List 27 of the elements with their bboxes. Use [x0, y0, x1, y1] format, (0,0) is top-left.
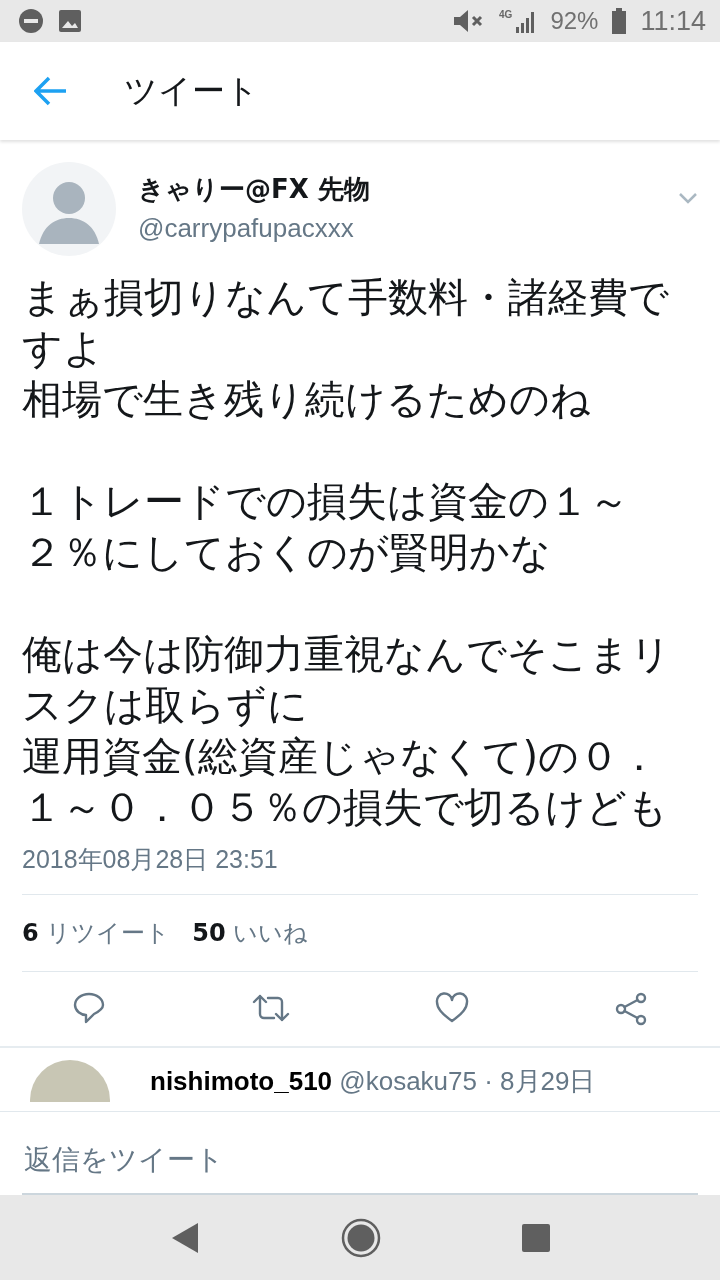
battery-icon	[612, 8, 627, 34]
back-icon[interactable]	[170, 1220, 201, 1255]
stat-count[interactable]: 50 いいね	[192, 917, 309, 949]
network-type: 4G	[499, 8, 513, 20]
image-icon	[58, 9, 82, 33]
retweet-icon[interactable]	[250, 992, 291, 1024]
stat-count[interactable]: 6 リツイート	[22, 917, 171, 949]
comment-icon[interactable]	[72, 992, 106, 1024]
signal-icon	[514, 9, 537, 33]
back-arrow-icon[interactable]	[34, 76, 68, 106]
user-handle[interactable]: @carrypafupacxxx	[138, 213, 656, 244]
reply-author[interactable]: nishimoto_510 @kosaku75 · 8月29日	[150, 1066, 596, 1096]
page-title: ツイート	[124, 69, 259, 112]
clock: 11:14	[640, 5, 706, 37]
tweet-text: 相場で生き残り続けるためのね	[22, 375, 592, 424]
tweet-text: １トレードでの損失は資金の１～２％にしておくのが賢明かな	[22, 477, 630, 577]
tweet-text: まぁ損切りなんて手数料・諸経費ですよ	[22, 273, 670, 373]
tweet-text: 俺は今は防御力重視なんでそこまリスクは取らずに	[22, 630, 672, 730]
tweet-text: 運用資金(総資産じゃなくて)の０．１～０．０５％の損失で切るけども	[22, 732, 669, 832]
home-icon[interactable]	[341, 1217, 381, 1258]
heart-icon[interactable]	[435, 992, 470, 1024]
share-icon[interactable]	[613, 992, 648, 1026]
do-not-disturb-icon	[18, 8, 44, 34]
display-name[interactable]: きゃりー@FX 先物	[138, 172, 656, 207]
recents-icon[interactable]	[521, 1223, 550, 1252]
battery-percent: 92%	[550, 7, 599, 35]
timestamp: 2018年08月28日 23:51	[21, 844, 279, 875]
